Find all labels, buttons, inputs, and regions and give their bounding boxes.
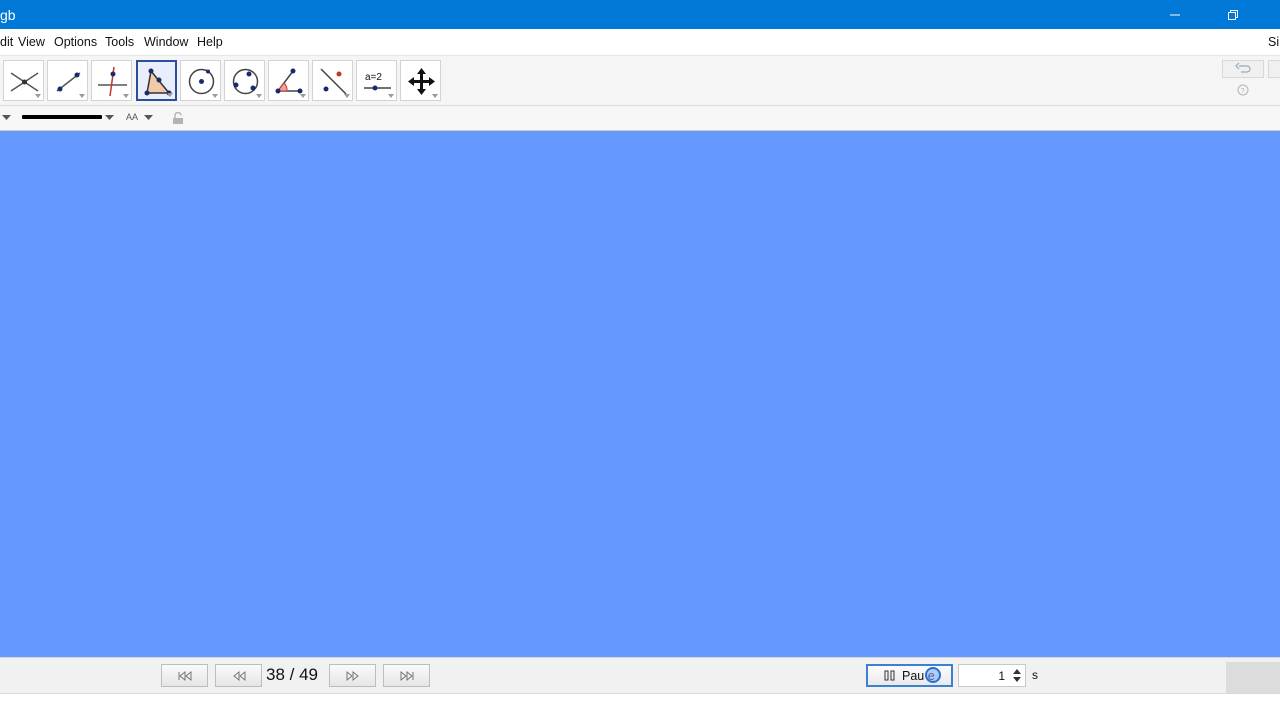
step-back-icon: [232, 670, 245, 681]
menu-tools[interactable]: Tools: [105, 35, 134, 49]
menu-options[interactable]: Options: [54, 35, 97, 49]
minimize-icon: [1170, 14, 1180, 15]
play-speed-unit: s: [1032, 668, 1038, 682]
style-bar: [0, 106, 1280, 131]
go-to-first-step-button[interactable]: [161, 664, 208, 687]
undo-button[interactable]: [1222, 60, 1264, 78]
skip-to-end-icon: [400, 670, 413, 681]
chevron-down-icon[interactable]: [2, 115, 11, 121]
geogebra-window: gb dit View Options Tools Window Help Si: [0, 0, 1280, 720]
line-style-chevron-icon[interactable]: [105, 115, 114, 121]
next-step-button[interactable]: [329, 664, 376, 687]
skip-to-start-icon: [178, 670, 191, 681]
tool-circle-center[interactable]: [180, 60, 221, 101]
window-title: gb: [0, 7, 16, 23]
font-size-label[interactable]: AA: [126, 112, 138, 122]
sign-in-link[interactable]: Si: [1268, 35, 1279, 49]
tool-circle-three-points[interactable]: [224, 60, 265, 101]
tool-intersect[interactable]: [3, 60, 44, 101]
mouse-cursor-highlight: [925, 667, 941, 683]
unlock-icon[interactable]: [172, 112, 184, 125]
menu-window[interactable]: Window: [144, 35, 188, 49]
line-style-sample[interactable]: [22, 115, 102, 119]
menu-help[interactable]: Help: [197, 35, 223, 49]
tool-line[interactable]: [47, 60, 88, 101]
step-counter: 38 / 49: [266, 665, 318, 684]
go-to-last-step-button[interactable]: [383, 664, 430, 687]
tool-slider[interactable]: a=2: [356, 60, 397, 101]
redo-button[interactable]: [1268, 60, 1280, 78]
tool-move-graphics-view[interactable]: [400, 60, 441, 101]
undo-icon: [1235, 62, 1251, 73]
graphics-view[interactable]: [0, 131, 1280, 657]
corner-overlay-widget: [1226, 662, 1280, 694]
minimize-button[interactable]: [1152, 0, 1198, 29]
input-bar[interactable]: [0, 693, 1280, 720]
font-size-chevron-icon[interactable]: [144, 115, 153, 121]
tool-reflect[interactable]: [312, 60, 353, 101]
help-icon[interactable]: ?: [1237, 84, 1249, 96]
play-speed-spinner[interactable]: 1: [958, 664, 1026, 687]
tool-bar: a=2 ?: [0, 56, 1280, 106]
title-bar: gb: [0, 0, 1280, 29]
play-speed-value[interactable]: 1: [998, 669, 1005, 683]
menu-view[interactable]: View: [18, 35, 45, 49]
pause-icon: [884, 670, 895, 681]
restore-icon: [1228, 9, 1238, 20]
tool-perpendicular[interactable]: [91, 60, 132, 101]
tool-polygon[interactable]: [136, 60, 177, 101]
menu-edit[interactable]: dit: [0, 35, 13, 49]
spinner-arrows-icon[interactable]: [1011, 667, 1023, 684]
menu-bar: dit View Options Tools Window Help Si: [0, 29, 1280, 56]
svg-text:?: ?: [1241, 88, 1245, 95]
restore-button[interactable]: [1210, 0, 1256, 29]
step-forward-icon: [346, 670, 359, 681]
tool-angle[interactable]: [268, 60, 309, 101]
previous-step-button[interactable]: [215, 664, 262, 687]
slider-icon-text: a=2: [365, 72, 382, 83]
